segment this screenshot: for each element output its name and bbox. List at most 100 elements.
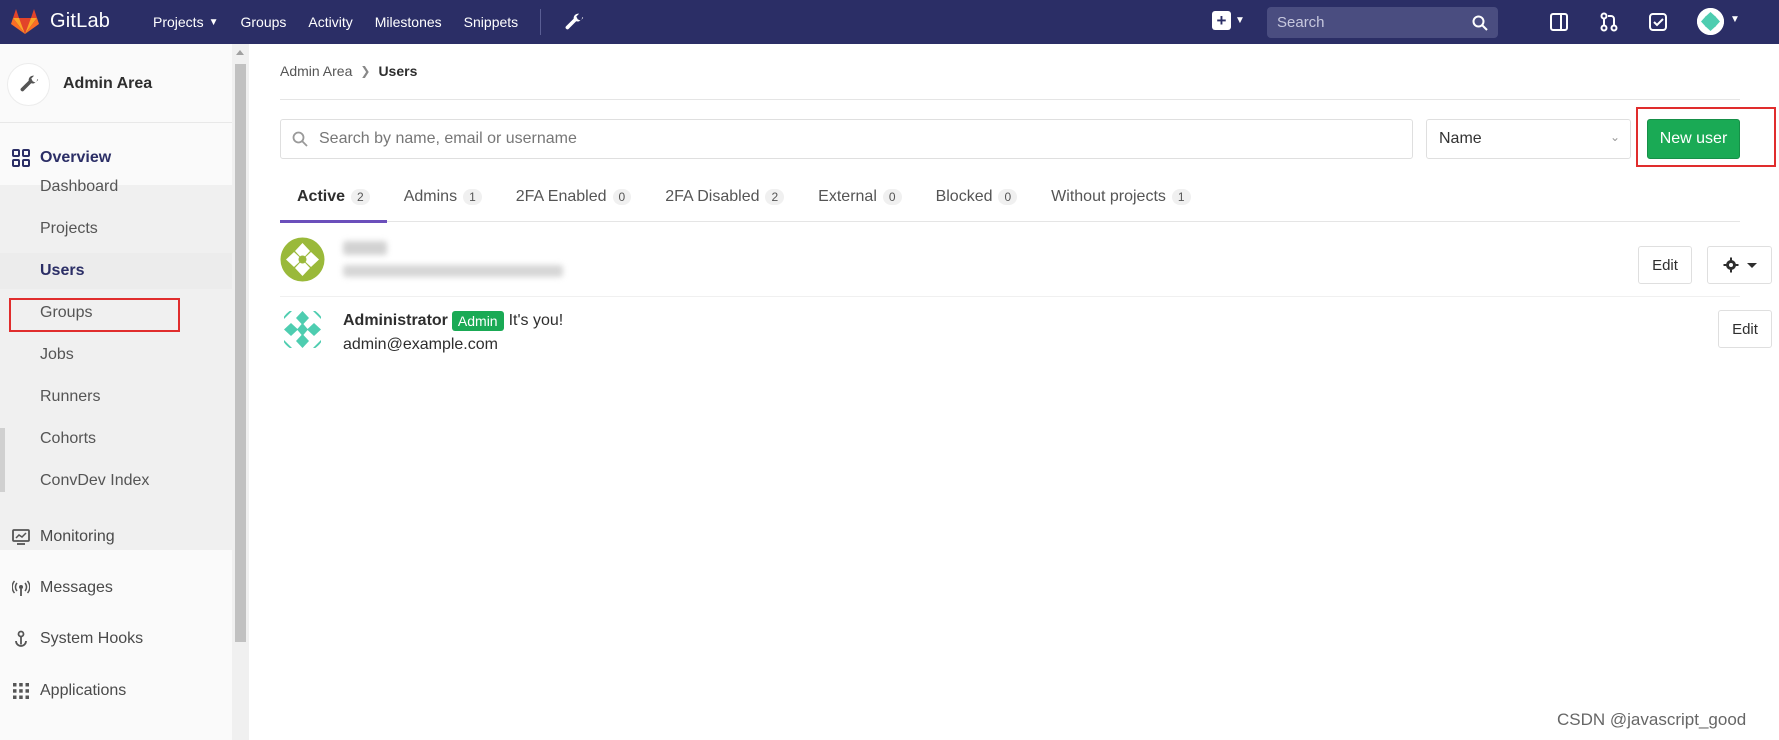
overview-grid-icon: [11, 148, 31, 168]
identicon-avatar: [280, 237, 325, 282]
user-actions-dropdown[interactable]: [1707, 246, 1772, 284]
new-user-button[interactable]: New user: [1647, 119, 1740, 159]
sidebar-divider: [0, 122, 232, 123]
sidebar-item-jobs[interactable]: Jobs: [0, 337, 232, 373]
sort-dropdown[interactable]: Name ⌄: [1426, 119, 1631, 159]
edit-user-button[interactable]: Edit: [1638, 246, 1692, 284]
user-row: Administrator Admin It's you! admin@exam…: [280, 297, 1772, 367]
tab-count-badge: 1: [1171, 189, 1191, 205]
scroll-up-arrow-icon[interactable]: [236, 50, 244, 55]
sidebar-item-users[interactable]: Users: [0, 253, 232, 289]
apps-grid-icon: [11, 681, 31, 701]
brand-name: GitLab: [50, 9, 111, 32]
nav-projects-label: Projects: [153, 14, 204, 30]
caret-down-icon: [1746, 262, 1757, 268]
tab-count-badge: 2: [765, 189, 785, 205]
user-filter-tabs: Active 2 Admins 1 2FA Enabled 0 2FA Disa…: [280, 172, 1740, 223]
merge-request-icon[interactable]: [1598, 11, 1620, 33]
wrench-icon: [20, 75, 38, 92]
redacted-email: [343, 265, 563, 277]
nav-milestones[interactable]: Milestones: [375, 14, 442, 30]
gitlab-tanuki-icon: [11, 9, 39, 34]
sidebar-header[interactable]: Admin Area: [0, 54, 232, 114]
todo-check-icon[interactable]: [1647, 11, 1669, 33]
user-avatar[interactable]: [1697, 8, 1724, 35]
sidebar-item-system-hooks[interactable]: System Hooks: [0, 621, 232, 657]
sidebar-item-label: Applications: [40, 682, 127, 699]
sidebar-item-runners[interactable]: Runners: [0, 379, 232, 415]
tab-count-badge: 2: [351, 189, 370, 205]
admin-sidebar: Admin Area Overview Dashboard Projects U…: [0, 44, 232, 740]
sidebar-item-convdev-index[interactable]: ConvDev Index: [0, 463, 232, 499]
tab-label: Active: [297, 188, 346, 205]
tab-count-badge: 0: [882, 189, 902, 205]
sidebar-item-label: Monitoring: [40, 528, 115, 545]
sidebar-item-label: System Hooks: [40, 630, 144, 647]
issues-panel-icon[interactable]: [1548, 11, 1570, 33]
scrollbar-thumb[interactable]: [235, 64, 246, 642]
broadcast-icon: [11, 578, 31, 598]
user-search-field[interactable]: [280, 119, 1413, 159]
its-you-label: It's you!: [508, 312, 564, 329]
admin-wrench-icon[interactable]: [563, 11, 585, 33]
user-email: admin@example.com: [343, 336, 498, 353]
tab-label: 2FA Disabled: [665, 188, 760, 205]
monitor-icon: [11, 527, 31, 547]
chevron-down-icon[interactable]: ▼: [1730, 14, 1740, 25]
sidebar-item-cohorts[interactable]: Cohorts: [0, 421, 232, 457]
sort-dropdown-value: Name: [1439, 130, 1482, 147]
identicon-avatar: [1697, 8, 1724, 35]
breadcrumb-admin-area[interactable]: Admin Area: [280, 63, 352, 79]
top-navbar: GitLab Projects ▼ Groups Activity Milest…: [0, 0, 1779, 44]
sidebar-item-applications[interactable]: Applications: [0, 673, 232, 709]
gitlab-logo[interactable]: GitLab: [10, 7, 110, 35]
sidebar-item-dashboard[interactable]: Dashboard: [0, 169, 232, 205]
user-name[interactable]: Administrator: [343, 312, 448, 330]
tab-count-badge: 0: [998, 189, 1018, 205]
tab-label: 2FA Enabled: [515, 188, 607, 205]
tab-admins[interactable]: Admins 1: [387, 172, 499, 222]
tab-label: Admins: [403, 188, 458, 205]
tab-2fa-disabled[interactable]: 2FA Disabled 2: [648, 172, 801, 222]
search-icon: [1472, 15, 1488, 31]
tab-without-projects[interactable]: Without projects 1: [1034, 172, 1207, 222]
watermark: CSDN @javascript_good: [1557, 710, 1747, 729]
tab-count-badge: 1: [463, 189, 482, 205]
sidebar-item-projects[interactable]: Projects: [0, 211, 232, 247]
plus-icon: +: [1212, 11, 1231, 30]
tab-active[interactable]: Active 2: [280, 172, 387, 223]
nav-groups[interactable]: Groups: [240, 14, 286, 30]
tab-blocked[interactable]: Blocked 0: [919, 172, 1035, 222]
hook-icon: [11, 629, 31, 649]
sidebar-item-label: Messages: [40, 579, 113, 596]
sidebar-scrollbar[interactable]: [232, 44, 249, 740]
gear-icon: [1723, 257, 1738, 273]
user-search-input[interactable]: [319, 130, 1412, 148]
nav-projects[interactable]: Projects ▼: [153, 14, 218, 30]
search-icon: [292, 131, 308, 147]
tab-2fa-enabled[interactable]: 2FA Enabled 0: [499, 172, 648, 222]
edit-user-button[interactable]: Edit: [1718, 310, 1772, 348]
tab-external[interactable]: External 0: [801, 172, 918, 222]
tab-label: External: [818, 188, 877, 205]
chevron-down-icon: ⌄: [1609, 130, 1620, 144]
nav-activity[interactable]: Activity: [308, 14, 352, 30]
users-highlight-box: [9, 298, 180, 332]
admin-avatar: [7, 62, 50, 106]
chevron-right-icon: ❯: [360, 64, 371, 78]
breadcrumb: Admin Area ❯ Users: [280, 63, 417, 79]
user-avatar[interactable]: [280, 307, 325, 352]
tab-count-badge: 0: [612, 189, 632, 205]
main-content: Admin Area ❯ Users Name ⌄ New user Activ…: [249, 44, 1779, 740]
new-dropdown-button[interactable]: + ▼: [1212, 11, 1245, 30]
nav-snippets[interactable]: Snippets: [464, 14, 518, 30]
sidebar-item-monitoring[interactable]: Monitoring: [0, 519, 232, 555]
sidebar-item-messages[interactable]: Messages: [0, 570, 232, 606]
sidebar-item-label: Overview: [40, 149, 112, 166]
chevron-down-icon: ▼: [208, 16, 219, 28]
breadcrumb-current: Users: [378, 63, 418, 79]
tab-label: Blocked: [935, 188, 993, 205]
global-search[interactable]: Search: [1267, 7, 1498, 38]
nav-divider: [540, 9, 542, 35]
user-avatar[interactable]: [280, 237, 325, 282]
